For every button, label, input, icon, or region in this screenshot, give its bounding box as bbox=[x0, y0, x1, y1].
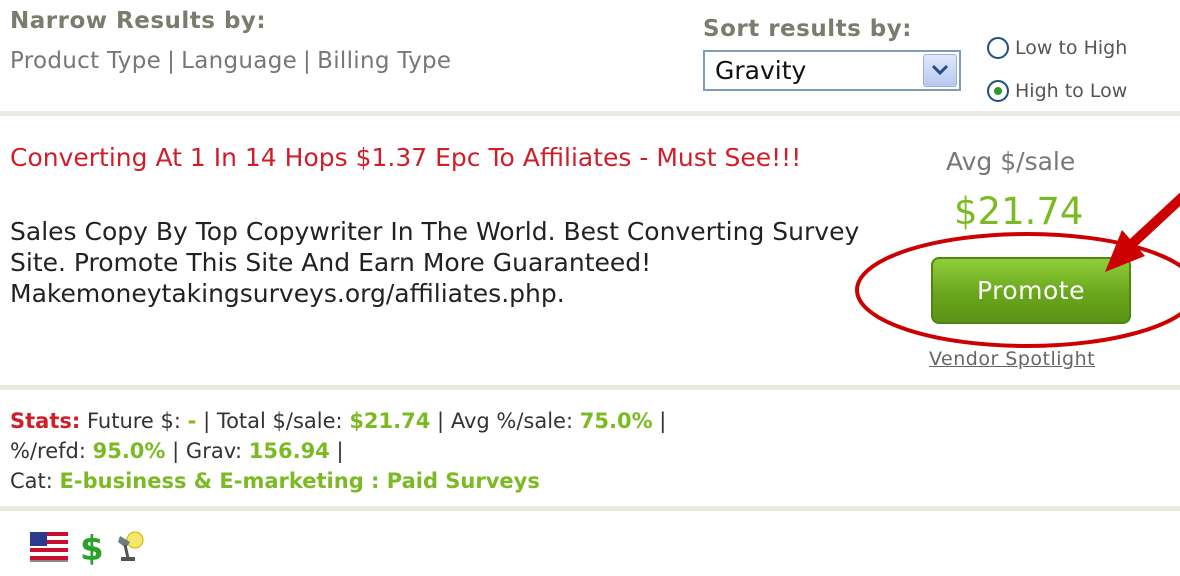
radio-label-high-to-low: High to Low bbox=[1015, 80, 1128, 102]
cat-value[interactable]: E-business & E-marketing : Paid Surveys bbox=[60, 469, 540, 493]
divider bbox=[0, 111, 1180, 116]
separator: | bbox=[659, 409, 667, 433]
future-value: - bbox=[187, 409, 197, 433]
radio-low-to-high[interactable] bbox=[987, 37, 1009, 59]
promote-button[interactable]: Promote bbox=[931, 257, 1131, 324]
refd-value: 95.0% bbox=[92, 439, 166, 463]
filter-product-type-link[interactable]: Product Type bbox=[10, 48, 161, 74]
total-value: $21.74 bbox=[349, 409, 431, 433]
listing-icons: $ bbox=[30, 530, 146, 568]
radio-label-low-to-high: Low to High bbox=[1015, 37, 1128, 59]
avg-sale-label: Avg $/sale bbox=[946, 147, 1076, 176]
sort-select-value: Gravity bbox=[715, 56, 807, 85]
avg-pct-value: 75.0% bbox=[579, 409, 653, 433]
divider bbox=[0, 506, 1180, 511]
stats-block: Stats: Future $: - | Total $/sale: $21.7… bbox=[10, 406, 1170, 496]
separator: | bbox=[437, 409, 445, 433]
listing-description: Sales Copy By Top Copywriter In The Worl… bbox=[10, 217, 860, 308]
grav-value: 156.94 bbox=[248, 439, 330, 463]
sort-select[interactable]: Gravity bbox=[703, 50, 961, 91]
listing-title[interactable]: Converting At 1 In 14 Hops $1.37 Epc To … bbox=[10, 142, 870, 173]
separator: | bbox=[203, 409, 211, 433]
avg-pct-label: Avg %/sale: bbox=[450, 409, 574, 433]
grav-label: Grav: bbox=[185, 439, 243, 463]
future-label: Future $: bbox=[86, 409, 181, 433]
narrow-results-links: Product Type | Language | Billing Type bbox=[10, 48, 451, 74]
narrow-results-title: Narrow Results by: bbox=[10, 8, 267, 34]
radio-high-to-low[interactable] bbox=[987, 80, 1009, 102]
cat-label: Cat: bbox=[10, 469, 53, 493]
separator: | bbox=[303, 48, 312, 74]
total-label: Total $/sale: bbox=[216, 409, 343, 433]
sort-low-to-high-option[interactable]: Low to High bbox=[987, 37, 1127, 59]
divider bbox=[0, 385, 1180, 390]
vendor-spotlight-link[interactable]: Vendor Spotlight bbox=[929, 348, 1095, 370]
avg-sale-value: $21.74 bbox=[954, 190, 1084, 233]
filter-language-link[interactable]: Language bbox=[181, 48, 297, 74]
separator: | bbox=[172, 439, 180, 463]
sort-results-title: Sort results by: bbox=[703, 16, 912, 42]
annotation-arrow-shaft bbox=[1116, 192, 1180, 259]
dollar-icon: $ bbox=[80, 529, 104, 569]
separator: | bbox=[167, 48, 176, 74]
sort-high-to-low-option[interactable]: High to Low bbox=[987, 80, 1127, 102]
spotlight-icon bbox=[116, 530, 146, 568]
us-flag-icon bbox=[30, 532, 68, 566]
stats-label: Stats: bbox=[10, 409, 81, 433]
chevron-down-icon[interactable] bbox=[923, 54, 957, 87]
refd-label: %/refd: bbox=[10, 439, 86, 463]
filter-billing-type-link[interactable]: Billing Type bbox=[317, 48, 451, 74]
separator: | bbox=[336, 439, 344, 463]
